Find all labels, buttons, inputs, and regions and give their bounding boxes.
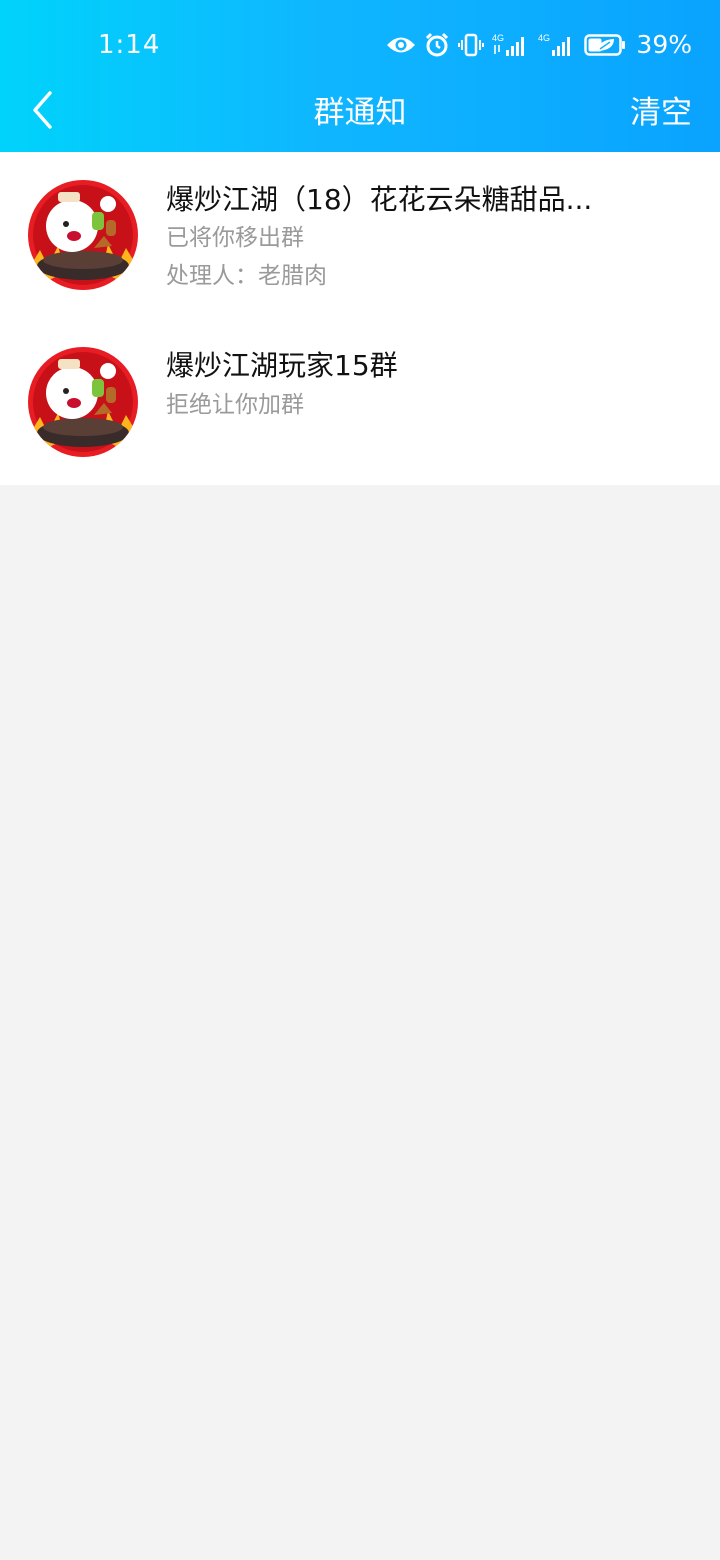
top-app-bar: 1:14 4G 4G 39% 群通知 清空	[0, 0, 720, 152]
vibrate-icon	[458, 32, 485, 58]
battery-saver-icon	[584, 33, 626, 57]
battery-percent: 39%	[636, 30, 692, 59]
signal-4g-icon: 4G	[538, 32, 576, 58]
page-title: 群通知	[313, 95, 407, 131]
group-name: 爆炒江湖（18）花花云朵糖甜品...	[166, 183, 593, 216]
signal-4g-label: 4G	[492, 33, 504, 43]
handler-text: 处理人：老腊肉	[166, 263, 327, 289]
notification-message: 已将你移出群	[166, 225, 304, 251]
notification-list: 爆炒江湖（18）花花云朵糖甜品... 已将你移出群 处理人：老腊肉 爆炒江湖玩家…	[0, 152, 720, 485]
clear-button[interactable]: 清空	[630, 92, 692, 134]
eye-icon	[386, 34, 416, 56]
group-name: 爆炒江湖玩家15群	[166, 349, 398, 382]
notification-item[interactable]: 爆炒江湖玩家15群 拒绝让你加群	[0, 320, 720, 485]
group-avatar[interactable]	[28, 347, 138, 457]
status-time: 1:14	[98, 30, 161, 60]
alarm-icon	[424, 32, 450, 58]
group-avatar[interactable]	[28, 180, 138, 290]
signal-4g-icon: 4G	[492, 32, 530, 58]
back-button[interactable]	[20, 88, 64, 136]
status-icons: 4G 4G 39%	[386, 26, 692, 64]
game-mascot-avatar	[28, 347, 138, 457]
notification-message: 拒绝让你加群	[166, 392, 304, 418]
game-mascot-avatar	[28, 180, 138, 290]
signal-4g-label: 4G	[538, 33, 550, 43]
notification-item[interactable]: 爆炒江湖（18）花花云朵糖甜品... 已将你移出群 处理人：老腊肉	[0, 152, 720, 320]
chevron-left-icon	[30, 90, 54, 134]
